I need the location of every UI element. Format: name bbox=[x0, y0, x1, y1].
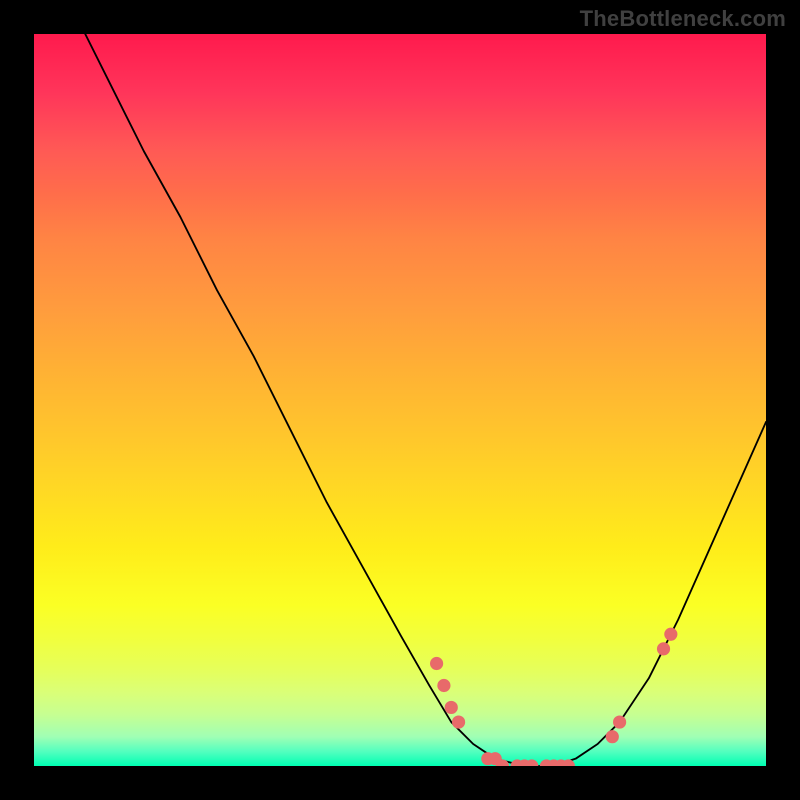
curve-overlay bbox=[34, 34, 766, 766]
data-point bbox=[657, 642, 670, 655]
watermark-text: TheBottleneck.com bbox=[580, 6, 786, 32]
data-points bbox=[430, 628, 677, 766]
data-point bbox=[437, 679, 450, 692]
data-point bbox=[613, 715, 626, 728]
data-point bbox=[445, 701, 458, 714]
plot-area bbox=[34, 34, 766, 766]
data-point bbox=[664, 628, 677, 641]
data-point bbox=[452, 715, 465, 728]
chart-container: TheBottleneck.com bbox=[0, 0, 800, 800]
data-point bbox=[430, 657, 443, 670]
data-point bbox=[606, 730, 619, 743]
bottleneck-curve bbox=[85, 34, 766, 766]
